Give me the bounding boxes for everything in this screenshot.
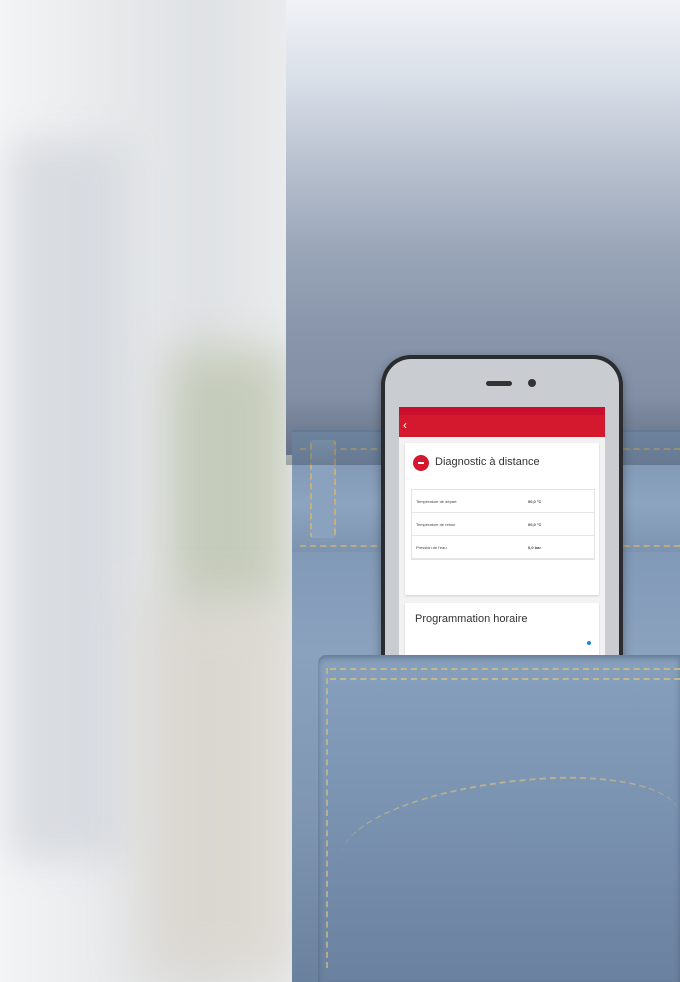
diagnostic-table: Température de départ 00,0 °C Températur… [411, 489, 595, 560]
table-row: Pression de l'eau 0,0 bar [412, 536, 594, 559]
chevron-left-icon[interactable]: ‹ [403, 418, 407, 432]
row-value: 0,0 bar [528, 545, 541, 550]
front-camera [528, 379, 536, 387]
pocket-stitch [330, 668, 680, 670]
diagnostic-card: Diagnostic à distance Température de dép… [405, 443, 599, 595]
app-header: ‹ [399, 415, 605, 437]
table-row: Température de retour 00,0 °C [412, 513, 594, 536]
table-row: Température de départ 00,0 °C [412, 490, 594, 513]
status-bar [399, 407, 605, 415]
diagnostic-title: Diagnostic à distance [435, 456, 540, 468]
phone-screen: ‹ Diagnostic à distance Température de d… [399, 407, 605, 685]
pocket-stitch [330, 678, 680, 680]
minus-circle-icon [413, 455, 429, 471]
schedule-legend [587, 641, 593, 645]
background-floor-blur [140, 600, 300, 980]
schedule-title: Programmation horaire [415, 613, 528, 625]
speaker-grille [486, 381, 512, 386]
background-blur-shape [10, 140, 130, 860]
row-value: 00,0 °C [528, 499, 542, 504]
row-value: 00,0 °C [528, 522, 542, 527]
row-label: Température de départ [416, 499, 457, 504]
legend-dot-icon [587, 641, 591, 645]
smartphone: ‹ Diagnostic à distance Température de d… [381, 355, 623, 685]
background-plant-blur [170, 350, 290, 610]
pocket-side-stitch [326, 668, 328, 968]
row-label: Pression de l'eau [416, 545, 447, 550]
photo-scene: ‹ Diagnostic à distance Température de d… [0, 0, 680, 982]
phone-bezel: ‹ Diagnostic à distance Température de d… [385, 359, 619, 685]
row-label: Température de retour [416, 522, 456, 527]
